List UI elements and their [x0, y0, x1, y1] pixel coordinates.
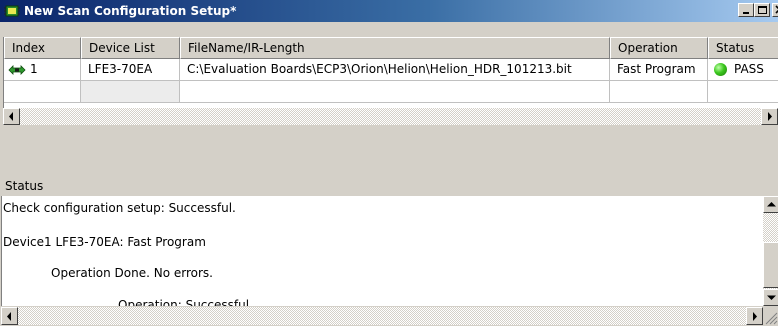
- scroll-left-button[interactable]: [3, 108, 20, 125]
- arrow-left-icon: [9, 112, 13, 121]
- resize-grip[interactable]: [763, 307, 778, 325]
- column-header-device-list[interactable]: Device List: [81, 37, 180, 59]
- status-panel-header: Status: [1, 176, 777, 196]
- empty-cell[interactable]: [708, 81, 778, 103]
- empty-cell[interactable]: [81, 81, 180, 103]
- table-row-empty[interactable]: [4, 81, 778, 103]
- scroll-down-button[interactable]: [763, 289, 778, 306]
- device-grid: Index Device List FileName/IR-Length Ope…: [3, 37, 778, 108]
- empty-cell[interactable]: [4, 81, 81, 103]
- maximize-button[interactable]: [754, 3, 770, 17]
- pane-splitter[interactable]: [0, 130, 778, 132]
- empty-cell[interactable]: [610, 81, 708, 103]
- status-cell[interactable]: PASS: [708, 59, 778, 81]
- status-log[interactable]: Check configuration setup: Successful. D…: [1, 196, 764, 306]
- log-line: Check configuration setup: Successful.: [3, 201, 236, 215]
- scroll-thumb[interactable]: [763, 242, 778, 288]
- arrow-right-icon: [768, 112, 772, 121]
- log-line: Device1 LFE3-70EA: Fast Program: [3, 235, 206, 249]
- device-cell[interactable]: LFE3-70EA: [81, 59, 180, 81]
- log-horizontal-scrollbar[interactable]: [1, 307, 763, 325]
- row-index: 1: [30, 62, 38, 76]
- index-cell[interactable]: 1: [4, 59, 81, 81]
- minimize-button[interactable]: [738, 3, 754, 17]
- scan-configuration-window: New Scan Configuration Setup* Index Devi…: [0, 0, 778, 326]
- grid-horizontal-scrollbar[interactable]: [3, 108, 778, 125]
- chip-app-icon: [4, 5, 20, 17]
- status-panel-title: Status: [5, 179, 44, 193]
- log-line: Operation Done. No errors.: [51, 266, 213, 280]
- close-icon: [775, 5, 778, 14]
- table-row[interactable]: 1 LFE3-70EA C:\Evaluation Boards\ECP3\Or…: [4, 59, 778, 81]
- status-value: PASS: [734, 62, 764, 76]
- filename-cell[interactable]: C:\Evaluation Boards\ECP3\Orion\Helion\H…: [180, 59, 610, 81]
- arrow-down-icon: [767, 295, 776, 300]
- scroll-right-button[interactable]: [761, 108, 778, 125]
- operation-cell[interactable]: Fast Program: [610, 59, 708, 81]
- title-bar[interactable]: New Scan Configuration Setup*: [0, 0, 778, 22]
- device-chip-icon: [8, 65, 26, 75]
- log-line: Operation: Successful.: [118, 298, 253, 306]
- green-status-dot-icon: [714, 63, 727, 76]
- column-header-filename[interactable]: FileName/IR-Length: [180, 37, 610, 59]
- scroll-up-button[interactable]: [763, 196, 778, 213]
- column-header-index[interactable]: Index: [4, 37, 81, 59]
- arrow-right-icon: [753, 312, 757, 321]
- close-button[interactable]: [772, 3, 778, 17]
- minimize-icon: [743, 12, 749, 14]
- resize-grip-icon: [765, 312, 778, 325]
- log-vertical-scrollbar[interactable]: [763, 196, 778, 306]
- empty-cell[interactable]: [180, 81, 610, 103]
- arrow-left-icon: [7, 312, 11, 321]
- scroll-left-button[interactable]: [1, 307, 18, 325]
- arrow-up-icon: [767, 202, 776, 207]
- column-header-status[interactable]: Status: [708, 37, 778, 59]
- maximize-icon: [758, 6, 767, 14]
- column-header-operation[interactable]: Operation: [610, 37, 708, 59]
- grid-header-row: Index Device List FileName/IR-Length Ope…: [4, 37, 778, 59]
- scroll-right-button[interactable]: [746, 307, 763, 325]
- window-title: New Scan Configuration Setup*: [24, 4, 237, 18]
